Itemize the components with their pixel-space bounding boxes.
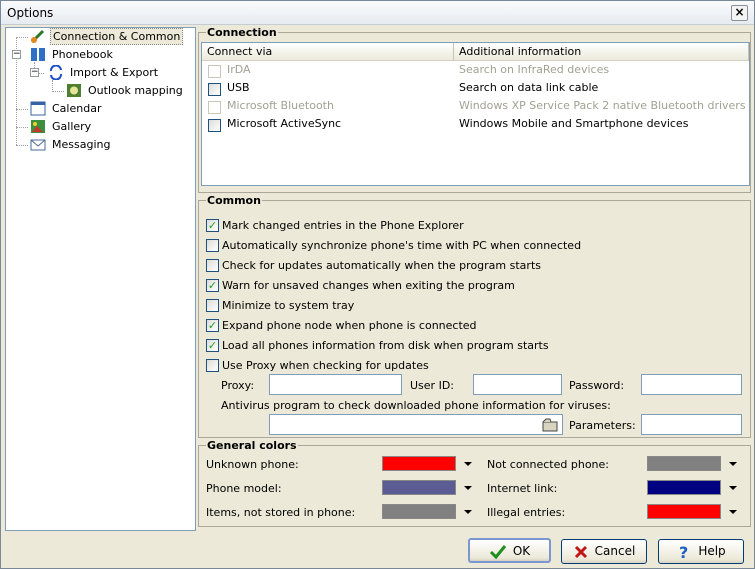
illegal-entries-dropdown-icon[interactable] [729,510,737,514]
userid-label: User ID: [410,379,454,392]
userid-input[interactable] [473,374,562,395]
column-connect-via[interactable]: Connect via [202,43,454,61]
password-input[interactable] [641,374,742,395]
unknown-phone-color-swatch[interactable] [382,456,456,471]
connection-icon [30,29,45,44]
expand-phone-node-checkbox[interactable]: ✓ [206,319,219,332]
internet-link-dropdown-icon[interactable] [729,486,737,490]
common-group: Common ✓ Mark changed entries in the Phon… [198,194,751,438]
proxy-input[interactable] [269,374,402,395]
phonebook-collapse-toggle[interactable]: − [12,50,21,59]
phone-model-label: Phone model: [206,482,282,495]
sync-time-checkbox[interactable] [206,239,219,252]
parameters-input[interactable] [641,414,742,435]
connection-row-activesync[interactable]: Microsoft ActiveSync Windows Mobile and … [202,115,749,133]
illegal-entries-color-swatch[interactable] [647,504,721,519]
question-icon: ? [679,543,688,561]
phone-model-dropdown-icon[interactable] [464,486,472,490]
parameters-label: Parameters: [569,419,636,432]
envelope-icon [30,139,46,151]
phone-model-color-swatch[interactable] [382,480,456,495]
connection-list-header: Connect via Additional information [202,43,749,61]
connection-group: Connection Connect via Additional inform… [198,26,751,193]
connection-list[interactable]: Connect via Additional information IrDA … [201,42,750,186]
internet-link-color-swatch[interactable] [647,480,721,495]
calendar-icon [30,101,46,116]
outlook-icon [67,84,81,97]
load-phones-info-checkbox[interactable]: ✓ [206,339,219,352]
antivirus-label: Antivirus program to check downloaded ph… [221,399,611,412]
warn-unsaved-checkbox[interactable]: ✓ [206,279,219,292]
minimize-tray-checkbox[interactable] [206,299,219,312]
not-connected-phone-color-swatch[interactable] [647,456,721,471]
unknown-phone-label: Unknown phone: [206,458,299,471]
options-dialog: Options × Connection & Common − Phoneboo… [0,0,755,569]
options-tree[interactable]: Connection & Common − Phonebook − Import… [5,27,196,531]
close-button[interactable]: × [731,5,748,21]
sync-arrows-icon [50,65,62,80]
unknown-phone-dropdown-icon[interactable] [464,462,472,466]
window-title: Options [7,6,54,20]
connection-row-bluetooth[interactable]: Microsoft Bluetooth Windows XP Service P… [202,97,749,115]
column-additional-info[interactable]: Additional information [454,43,749,61]
bluetooth-checkbox [208,101,221,114]
phonebook-icon [31,48,45,61]
help-button[interactable]: ? Help [658,539,744,564]
antivirus-input[interactable] [269,414,563,435]
not-connected-phone-label: Not connected phone: [487,458,609,471]
title-bar: Options × [1,1,754,25]
general-colors-group-title: General colors [206,439,298,452]
common-group-title: Common [206,194,262,207]
connection-row-usb[interactable]: USB Search on data link cable [202,79,749,97]
svg-text:?: ? [679,543,688,561]
connection-group-title: Connection [206,26,278,39]
items-not-stored-dropdown-icon[interactable] [464,510,472,514]
check-updates-checkbox[interactable] [206,259,219,272]
mark-changed-entries-checkbox[interactable]: ✓ [206,219,219,232]
cancel-button[interactable]: Cancel [561,539,647,564]
checkmark-icon [489,544,506,559]
proxy-label: Proxy: [221,379,255,392]
ok-button[interactable]: OK [468,538,551,563]
items-not-stored-label: Items, not stored in phone: [206,506,356,519]
x-icon [574,545,587,558]
general-colors-group: General colors Unknown phone: Phone mode… [198,439,751,527]
irda-checkbox [208,65,221,78]
activesync-checkbox[interactable] [208,119,221,132]
illegal-entries-label: Illegal entries: [487,506,566,519]
internet-link-label: Internet link: [487,482,558,495]
items-not-stored-color-swatch[interactable] [382,504,456,519]
use-proxy-checkbox[interactable] [206,359,219,372]
gallery-icon [31,120,45,133]
not-connected-phone-dropdown-icon[interactable] [729,462,737,466]
password-label: Password: [569,379,625,392]
import-export-collapse-toggle[interactable]: − [30,68,39,77]
browse-folder-icon[interactable] [541,416,559,434]
connection-row-irda[interactable]: IrDA Search on InfraRed devices [202,61,749,79]
usb-checkbox[interactable] [208,83,221,96]
